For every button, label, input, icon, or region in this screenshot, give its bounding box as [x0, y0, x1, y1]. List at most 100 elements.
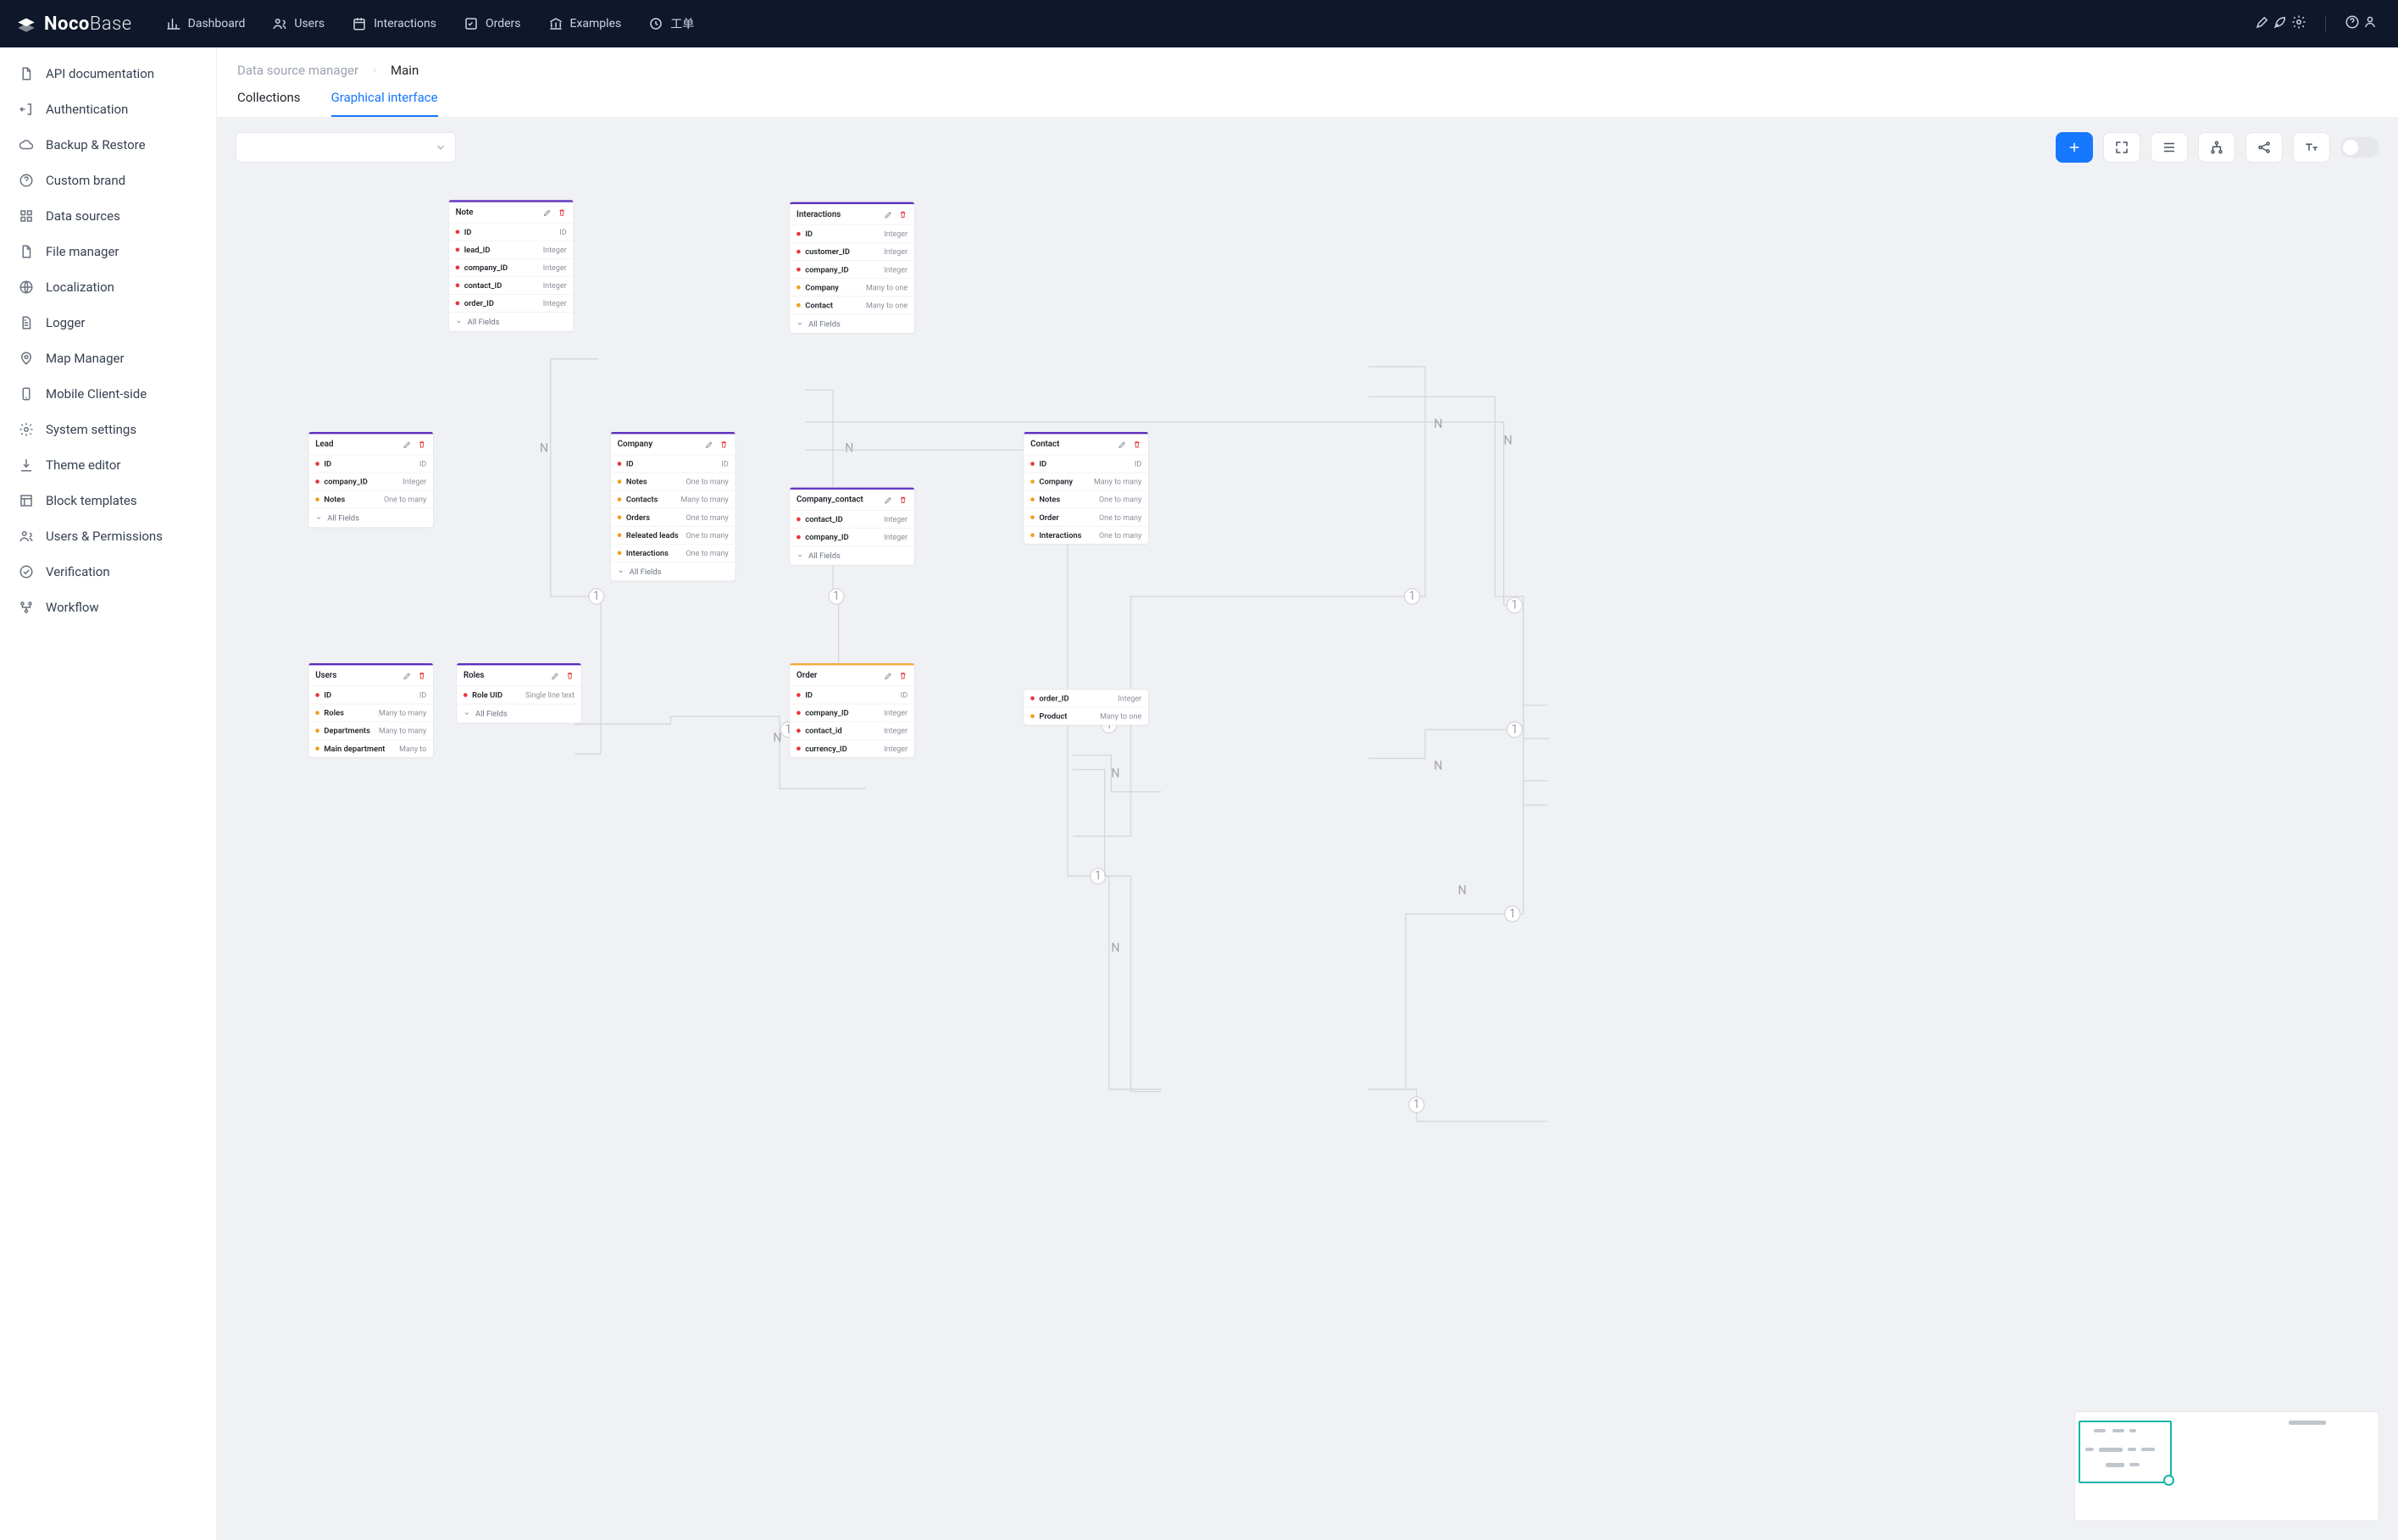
- nav-item-dashboard[interactable]: Dashboard: [156, 10, 256, 37]
- sidebar-item-sys[interactable]: System settings: [7, 412, 209, 447]
- entity-field[interactable]: customer_ID Integer: [790, 243, 914, 261]
- help-icon[interactable]: [2345, 14, 2360, 30]
- sidebar-item-locale[interactable]: Localization: [7, 269, 209, 305]
- nav-item-users[interactable]: Users: [262, 10, 335, 37]
- entity-products[interactable]: order_ID Integer Product Many to one: [1024, 689, 1149, 725]
- entity-field[interactable]: Roles Many to many: [308, 704, 433, 722]
- edit-entity-button[interactable]: [543, 208, 552, 217]
- edit-entity-button[interactable]: [884, 210, 893, 219]
- entity-field[interactable]: ID ID: [611, 455, 735, 473]
- nav-item-interactions[interactable]: Interactions: [341, 10, 447, 37]
- delete-entity-button[interactable]: [417, 440, 426, 449]
- edit-entity-button[interactable]: [402, 671, 412, 680]
- diagram-canvas[interactable]: N1N1N1N1N1N1N1NN1N11 Note ID ID lead_ID …: [217, 117, 2398, 1540]
- entity-field[interactable]: Orders One to many: [611, 509, 735, 527]
- sidebar-item-perms[interactable]: Users & Permissions: [7, 518, 209, 554]
- edit-entity-button[interactable]: [705, 440, 714, 449]
- sidebar-item-ds[interactable]: Data sources: [7, 198, 209, 234]
- delete-entity-button[interactable]: [565, 671, 575, 680]
- sidebar-item-backup[interactable]: Backup & Restore: [7, 127, 209, 163]
- entity-field[interactable]: contact_ID Integer: [790, 511, 914, 529]
- all-fields-toggle[interactable]: All Fields: [308, 509, 433, 528]
- brand-logo[interactable]: NocoBase: [15, 13, 132, 35]
- entity-field[interactable]: Departments Many to many: [308, 722, 433, 740]
- sidebar-item-map[interactable]: Map Manager: [7, 341, 209, 376]
- sidebar-item-brand[interactable]: Custom brand: [7, 163, 209, 198]
- sidebar-item-logger[interactable]: Logger: [7, 305, 209, 341]
- sidebar-item-theme[interactable]: Theme editor: [7, 447, 209, 483]
- delete-entity-button[interactable]: [558, 208, 567, 217]
- entity-field[interactable]: ID ID: [1024, 455, 1148, 473]
- delete-entity-button[interactable]: [898, 210, 908, 219]
- nav-item-examples[interactable]: Examples: [538, 10, 632, 37]
- list-view-button[interactable]: [2151, 132, 2188, 163]
- entity-field[interactable]: Releated leads One to many: [611, 527, 735, 545]
- entity-field[interactable]: Contact Many to one: [790, 296, 914, 314]
- entity-company_contact[interactable]: Company_contact contact_ID Integer compa…: [789, 487, 914, 566]
- sidebar-item-workflow[interactable]: Workflow: [7, 590, 209, 625]
- entity-field[interactable]: Interactions One to many: [1024, 527, 1148, 544]
- entity-field[interactable]: company_ID Integer: [449, 259, 574, 277]
- share-button[interactable]: [2245, 132, 2283, 163]
- edit-entity-button[interactable]: [884, 496, 893, 505]
- entity-users[interactable]: Users ID ID Roles Many to many Departmen…: [308, 662, 434, 757]
- delete-entity-button[interactable]: [898, 671, 908, 680]
- gear-icon[interactable]: [2291, 14, 2306, 30]
- entity-field[interactable]: company_ID Integer: [790, 261, 914, 279]
- entity-field[interactable]: Contacts Many to many: [611, 490, 735, 508]
- entity-field[interactable]: Main department Many to: [308, 740, 433, 757]
- all-fields-toggle[interactable]: All Fields: [790, 546, 914, 565]
- nav-item-orders[interactable]: Orders: [453, 10, 531, 37]
- text-size-button[interactable]: [2293, 132, 2330, 163]
- entity-field[interactable]: Product Many to one: [1024, 707, 1148, 724]
- entity-interactions[interactable]: Interactions ID Integer customer_ID Inte…: [789, 202, 914, 334]
- entity-contact[interactable]: Contact ID ID Company Many to many Notes…: [1024, 431, 1149, 544]
- all-fields-toggle[interactable]: All Fields: [457, 704, 581, 723]
- entity-field[interactable]: ID ID: [449, 224, 574, 241]
- entity-lead[interactable]: Lead ID ID company_ID Integer Notes One …: [308, 431, 434, 528]
- entity-field[interactable]: company_ID Integer: [308, 473, 433, 490]
- entity-field[interactable]: order_ID Integer: [449, 295, 574, 313]
- all-fields-toggle[interactable]: All Fields: [611, 562, 735, 581]
- entity-field[interactable]: company_ID Integer: [790, 529, 914, 546]
- delete-entity-button[interactable]: [898, 496, 908, 505]
- edit-entity-button[interactable]: [1118, 440, 1127, 449]
- entity-order[interactable]: Order ID ID company_ID Integer contact_i…: [789, 662, 914, 757]
- edit-entity-button[interactable]: [402, 440, 412, 449]
- sidebar-item-auth[interactable]: Authentication: [7, 91, 209, 127]
- tab-graphical-interface[interactable]: Graphical interface: [331, 90, 438, 117]
- entity-field[interactable]: Company Many to one: [790, 279, 914, 296]
- layout-button[interactable]: [2198, 132, 2235, 163]
- nav-item-gongdan[interactable]: 工单: [638, 10, 704, 37]
- rocket-icon[interactable]: [2273, 14, 2288, 30]
- entity-field[interactable]: ID ID: [790, 686, 914, 704]
- entity-field[interactable]: ID Integer: [790, 225, 914, 243]
- entity-field[interactable]: ID ID: [308, 455, 433, 473]
- entity-field[interactable]: contact_id Integer: [790, 722, 914, 740]
- fullscreen-button[interactable]: [2103, 132, 2140, 163]
- entity-field[interactable]: Order One to many: [1024, 509, 1148, 527]
- entity-field[interactable]: company_ID Integer: [790, 704, 914, 722]
- edit-entity-button[interactable]: [551, 671, 560, 680]
- entity-field[interactable]: Role UID Single line text: [457, 686, 581, 704]
- highlighter-icon[interactable]: [2255, 14, 2270, 30]
- all-fields-toggle[interactable]: All Fields: [449, 313, 574, 331]
- entity-field[interactable]: order_ID Integer: [1024, 690, 1148, 707]
- entity-roles[interactable]: Roles Role UID Single line text All Fiel…: [456, 662, 581, 723]
- entity-company[interactable]: Company ID ID Notes One to many Contacts…: [610, 431, 735, 581]
- delete-entity-button[interactable]: [417, 671, 426, 680]
- sidebar-item-files[interactable]: File manager: [7, 234, 209, 269]
- tab-collections[interactable]: Collections: [237, 90, 301, 117]
- all-fields-toggle[interactable]: All Fields: [790, 314, 914, 333]
- entity-field[interactable]: Notes One to many: [611, 473, 735, 490]
- entity-field[interactable]: Notes One to many: [1024, 490, 1148, 508]
- edit-entity-button[interactable]: [884, 671, 893, 680]
- add-collection-button[interactable]: [2056, 132, 2093, 163]
- delete-entity-button[interactable]: [719, 440, 729, 449]
- collection-filter-select[interactable]: [236, 132, 456, 163]
- relations-toggle[interactable]: [2340, 137, 2379, 158]
- entity-field[interactable]: ID ID: [308, 686, 433, 704]
- sidebar-item-mobile[interactable]: Mobile Client-side: [7, 376, 209, 412]
- breadcrumb-parent[interactable]: Data source manager: [237, 63, 358, 78]
- entity-field[interactable]: Notes One to many: [308, 490, 433, 508]
